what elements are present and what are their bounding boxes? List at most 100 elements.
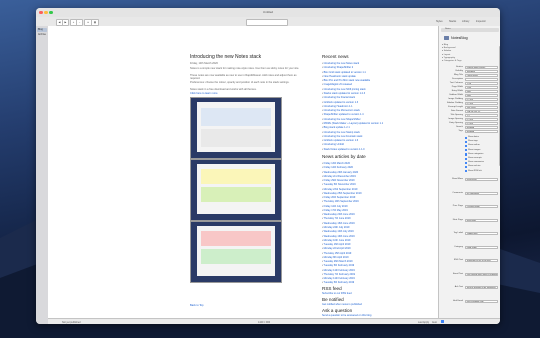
setting-field[interactable]: 0.2 em xyxy=(465,98,498,102)
recent-news-link[interactable]: Stack Notes updated to version 1.1.0 xyxy=(322,148,383,152)
checkbox[interactable] xyxy=(465,149,468,152)
be-notified-heading: Be notified xyxy=(322,297,344,302)
setting-field[interactable]: 0.2 em xyxy=(465,102,498,106)
checkbox-label: Show archive xyxy=(468,165,481,168)
setting-label: Read More xyxy=(452,178,463,180)
news-date-link[interactable]: Tuesday 5th November 2019 xyxy=(322,183,361,187)
setting-field[interactable]: Get notified when news is published xyxy=(465,272,498,276)
inspector-panel: Notes NotesBlog ▸ Blog ▸ Background ▸ Side… xyxy=(438,26,500,318)
setting-label: Blog Title xyxy=(454,74,463,76)
checkbox[interactable] xyxy=(465,140,468,143)
learn-more-link[interactable]: Click here to learn more xyxy=(190,92,305,95)
inspector-label[interactable]: Inspector xyxy=(476,20,486,23)
inspector-setting-row: Description xyxy=(441,78,499,82)
library-label[interactable]: Library xyxy=(462,20,469,23)
rss-link[interactable]: Subscribe to our RSS feed xyxy=(322,292,352,295)
setting-field[interactable]: Send a question to be answered xyxy=(465,286,498,290)
be-notified-link[interactable]: Get notified when news is published xyxy=(322,303,362,306)
inspector-setting-row: Sidebar Width auto xyxy=(441,94,499,98)
stacks-label[interactable]: Stacks xyxy=(449,20,456,23)
checkbox[interactable] xyxy=(465,153,468,156)
checkbox[interactable] xyxy=(465,136,468,139)
inspector-setting-row: Entry Width auto xyxy=(441,90,499,94)
setting-field[interactable]: me@example.com xyxy=(465,299,498,303)
preview-toggle[interactable] xyxy=(246,19,288,26)
setting-field[interactable]: 1100 xyxy=(465,86,498,90)
setting-field[interactable]: Tagged with xyxy=(465,232,498,236)
setting-field[interactable]: Latest News xyxy=(465,74,498,78)
inspector-checkbox-row: Show author xyxy=(441,144,499,148)
setting-label: Date Format xyxy=(450,110,463,112)
remove-page-button[interactable]: − xyxy=(76,19,83,26)
inspector-scrollbar[interactable] xyxy=(499,46,500,166)
sidebar-item-archive[interactable]: Archive xyxy=(37,33,47,37)
setting-field[interactable]: Enabled xyxy=(465,126,498,130)
setting-label: Tags xyxy=(458,130,463,132)
article-paragraph: These notes are now available as new to … xyxy=(190,74,297,81)
rss-heading: RSS feed xyxy=(322,286,342,291)
setting-label: Ask Email xyxy=(453,299,463,302)
inspector-setting-row: Tag Label Tagged with xyxy=(441,232,499,236)
sidebar-item-blog[interactable]: Blog xyxy=(37,28,47,32)
last-apply-value[interactable]: Auto xyxy=(432,321,437,324)
setting-field[interactable]: Display latest entries xyxy=(465,66,498,70)
setting-field[interactable]: Previous page xyxy=(465,205,498,209)
setting-field[interactable]: 0.5 em xyxy=(465,118,498,122)
screenshot-thumbnail-1 xyxy=(190,97,282,159)
setting-field[interactable]: 1.5 xyxy=(465,114,498,118)
news-by-date-heading: News articles by date xyxy=(322,154,366,159)
setting-field[interactable]: Read more xyxy=(465,178,498,182)
setting-field[interactable]: Enabled xyxy=(465,130,498,134)
inspector-checkbox-row: Show images xyxy=(441,149,499,152)
checkbox[interactable] xyxy=(465,165,468,169)
grid-view-button[interactable]: ▦ xyxy=(91,19,99,26)
checkbox[interactable] xyxy=(465,144,468,148)
setting-field[interactable]: Subscribe to our RSS feed xyxy=(465,259,498,263)
setting-label: Image Spacing xyxy=(448,118,463,120)
screenshot-thumbnail-2 xyxy=(190,159,282,221)
setting-label: Sidebar Padding xyxy=(446,102,463,104)
checkbox[interactable] xyxy=(465,161,468,164)
setting-label: Title Spacing xyxy=(450,114,463,116)
ask-question-link[interactable]: Send a question to be answered on this b… xyxy=(322,314,371,317)
checkbox[interactable] xyxy=(465,157,468,160)
forward-button[interactable]: ▶ xyxy=(62,19,69,26)
setting-field[interactable]: 0.5 em xyxy=(465,122,498,126)
inspector-checkbox-row: Show excerpts xyxy=(441,157,499,160)
setting-label: Ask Text xyxy=(454,286,463,288)
inspector-tab-notes[interactable]: Notes xyxy=(445,28,451,30)
checkbox[interactable] xyxy=(465,170,468,173)
inspector-setting-row: Title Spacing 1.5 xyxy=(441,114,499,118)
setting-field[interactable]: 1 col xyxy=(465,82,498,86)
back-to-top-link[interactable]: Back to Top xyxy=(190,304,204,307)
setting-label: Excerpt Length xyxy=(448,106,463,108)
setting-label: Sidebar Width xyxy=(449,94,463,96)
setting-label: Description xyxy=(452,78,463,80)
recent-news-list: Introducing the new Notes stackIntroduci… xyxy=(322,62,384,152)
setting-label: Text Columns xyxy=(449,82,463,84)
setting-label: Category xyxy=(454,245,463,248)
news-by-date-list: Friday 13th March 2020Friday 14th Februa… xyxy=(322,162,362,286)
setting-field[interactable]: auto xyxy=(465,94,498,98)
setting-field[interactable]: Filed under xyxy=(465,245,498,249)
setting-field[interactable]: No comments xyxy=(465,191,498,195)
setting-label: Next Page xyxy=(452,218,463,221)
inspector-bottom-settings: Read More Read more Comments No comments Pre… xyxy=(439,178,500,318)
styles-label[interactable]: Styles xyxy=(436,20,443,23)
setting-field[interactable]: 300 chars xyxy=(465,106,498,110)
setting-field[interactable] xyxy=(465,78,498,82)
article-title: Introducing the new Notes stack xyxy=(190,54,262,60)
setting-field[interactable]: Standard xyxy=(465,70,498,74)
inspector-checkbox-row: Show archive xyxy=(441,165,499,169)
inspector-checkbox-row: Show categories xyxy=(441,153,499,156)
setting-label: Entry Spacing xyxy=(449,122,463,124)
setting-field[interactable]: %A %d %B %Y xyxy=(465,110,498,114)
article-paragraph: Notes stack in a free download and works… xyxy=(190,88,257,91)
inspector-setting-row: Date Format %A %d %B %Y xyxy=(441,110,499,114)
inspector-sections: ▸ Blog ▸ Background ▸ Sidebar ▸ Layout ▸ Typ… xyxy=(442,44,462,63)
article-paragraph: Preferences: choose the colour, opacity … xyxy=(190,81,290,84)
setting-field[interactable]: Next page xyxy=(465,218,498,222)
inspector-setting-row: Image Padding 0.2 em xyxy=(441,98,499,102)
inspector-section-toggle[interactable]: ▸ Categories & Tags xyxy=(442,60,462,63)
setting-field[interactable]: auto xyxy=(465,90,498,94)
